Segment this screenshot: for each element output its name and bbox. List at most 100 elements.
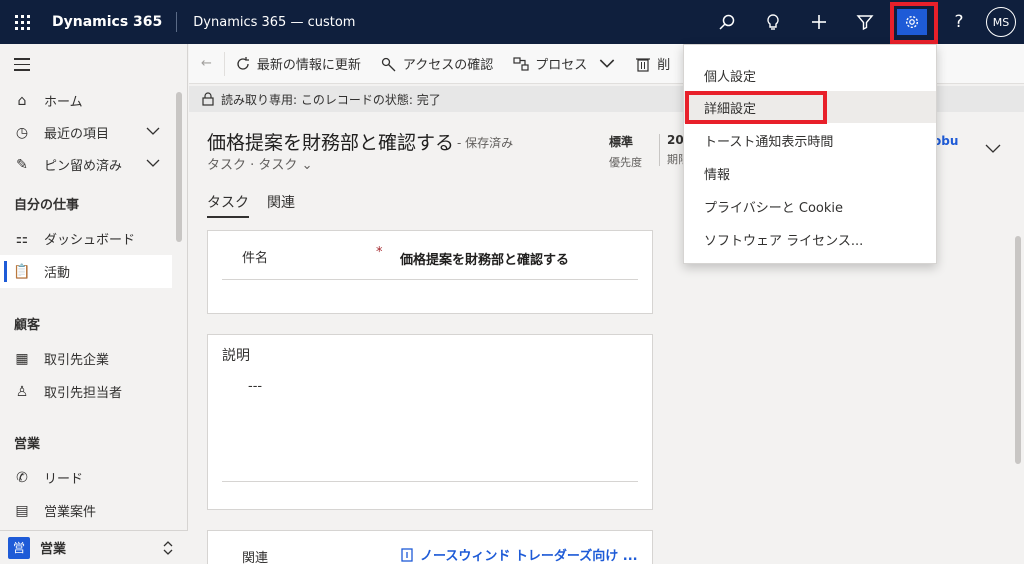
menu-item-privacy-cookies[interactable]: プライバシーと Cookie	[684, 190, 936, 222]
chevron-down-icon[interactable]	[599, 56, 615, 72]
tab-related[interactable]: 関連	[267, 192, 295, 218]
sidebar-scrollbar[interactable]	[176, 92, 182, 242]
pin-icon: ✎	[16, 156, 28, 173]
area-switcher[interactable]: 営 営業	[0, 530, 188, 564]
priority-label: 優先度	[609, 156, 642, 169]
highlight-box	[890, 2, 938, 44]
area-label: 営業	[40, 542, 67, 557]
phone-icon: ✆	[16, 469, 28, 486]
refresh-icon	[237, 56, 249, 70]
home-icon: ⌂	[17, 92, 27, 109]
sidebar-item-accounts[interactable]: ▦ 取引先企業	[0, 342, 172, 375]
regarding-section: 関連 ノースウィンド トレーダーズ向け ...	[207, 530, 653, 564]
refresh-button[interactable]: 最新の情報に更新	[225, 44, 371, 84]
sidebar-item-opportunities[interactable]: ▤ 営業案件	[0, 494, 172, 527]
header-priority: 標準 優先度	[609, 133, 642, 170]
header-divider	[659, 134, 660, 166]
chevron-down-icon[interactable]	[146, 158, 160, 168]
help-icon[interactable]: ?	[936, 0, 982, 44]
saved-status: - 保存済み	[457, 136, 514, 150]
dashboard-icon: ⚏	[15, 230, 29, 247]
sidebar-item-leads[interactable]: ✆ リード	[0, 461, 172, 494]
sidebar-item-label: 最近の項目	[44, 127, 110, 142]
check-access-label: アクセスの確認	[402, 58, 494, 73]
read-only-text: 読み取り専用: このレコードの状態: 完了	[221, 92, 441, 107]
top-navigation-bar: Dynamics 365 Dynamics 365 — custom ? MS	[0, 0, 1024, 44]
sidebar-item-recent[interactable]: ◷ 最近の項目	[0, 116, 172, 149]
person-icon: ♙	[15, 383, 29, 400]
search-icon[interactable]	[704, 0, 750, 44]
plus-icon[interactable]	[796, 0, 842, 44]
sidebar-item-home[interactable]: ⌂ ホーム	[0, 84, 172, 117]
sidebar-group-mywork: 自分の仕事	[14, 198, 80, 213]
subject-label: 件名	[242, 251, 269, 266]
highlight-box	[685, 91, 827, 124]
field-divider	[222, 279, 638, 280]
delete-label: 削	[657, 58, 671, 73]
sidebar: ⌂ ホーム ◷ 最近の項目 ✎ ピン留め済み 自分の仕事 ⚏ ダッシュボード 📋…	[0, 44, 188, 564]
lock-icon	[202, 92, 214, 106]
area-badge: 営	[8, 536, 30, 559]
form-selector[interactable]: タスク	[258, 158, 297, 173]
sidebar-item-label: 取引先担当者	[44, 386, 123, 401]
sidebar-item-label: ダッシュボード	[44, 233, 136, 248]
trash-icon	[636, 57, 651, 72]
required-indicator: *	[376, 245, 383, 260]
opportunity-icon: ▤	[15, 502, 29, 519]
menu-item-personal-settings[interactable]: 個人設定	[684, 59, 936, 91]
record-title: 価格提案を財務部と確認する	[207, 132, 455, 154]
clock-icon: ◷	[15, 124, 29, 141]
sidebar-item-label: 取引先企業	[44, 353, 110, 368]
sidebar-item-pinned[interactable]: ✎ ピン留め済み	[0, 148, 172, 181]
sidebar-item-label: リード	[44, 472, 84, 487]
settings-button[interactable]	[888, 0, 938, 44]
lightbulb-icon[interactable]	[750, 0, 796, 44]
tab-task[interactable]: タスク	[207, 192, 249, 218]
menu-item-software-license[interactable]: ソフトウェア ライセンス...	[684, 223, 936, 255]
building-icon: ▦	[15, 350, 29, 367]
check-access-button[interactable]: アクセスの確認	[371, 44, 503, 84]
back-arrow-icon[interactable]: ←	[189, 51, 225, 76]
sidebar-item-activities[interactable]: 📋 活動	[0, 255, 172, 288]
subject-value[interactable]: 価格提案を財務部と確認する	[400, 249, 569, 268]
sidebar-item-label: 活動	[44, 266, 71, 281]
brand-title[interactable]: Dynamics 365	[44, 12, 178, 32]
description-value[interactable]: ---	[248, 379, 262, 394]
key-icon	[381, 57, 396, 71]
avatar[interactable]: MS	[986, 7, 1016, 37]
sidebar-item-dashboard[interactable]: ⚏ ダッシュボード	[0, 222, 172, 255]
chevron-updown-icon[interactable]	[162, 540, 174, 556]
regarding-label: 関連	[242, 551, 269, 564]
sidebar-group-customer: 顧客	[14, 318, 41, 333]
sidebar-item-label: ピン留め済み	[44, 159, 123, 174]
sidebar-item-label: 営業案件	[44, 505, 97, 520]
refresh-label: 最新の情報に更新	[256, 58, 361, 73]
chevron-down-icon[interactable]	[985, 144, 1001, 154]
regarding-lookup-link[interactable]: ノースウィンド トレーダーズ向け ...	[400, 545, 638, 564]
chevron-down-icon[interactable]: ⌄	[302, 158, 313, 173]
sidebar-item-contacts[interactable]: ♙ 取引先担当者	[0, 375, 172, 408]
process-label: プロセス	[535, 58, 588, 73]
hamburger-menu-icon[interactable]	[14, 58, 30, 71]
sidebar-group-sales: 営業	[14, 437, 41, 452]
chevron-down-icon[interactable]	[146, 126, 160, 136]
app-name[interactable]: Dynamics 365 — custom	[177, 15, 355, 30]
sidebar-item-label: ホーム	[44, 95, 83, 110]
description-label: 説明	[222, 348, 250, 364]
description-section: 説明 ---	[207, 334, 653, 510]
record-icon	[401, 547, 413, 562]
entity-type: タスク	[207, 158, 247, 173]
delete-button[interactable]: 削	[625, 44, 680, 84]
process-button[interactable]: プロセス	[503, 44, 625, 84]
form-tabs: タスク 関連	[207, 192, 313, 218]
settings-menu: 個人設定 詳細設定 トースト通知表示時間 情報 プライバシーと Cookie ソ…	[683, 44, 937, 264]
record-subtitle: タスク · タスク ⌄	[207, 154, 312, 173]
process-icon	[513, 56, 529, 71]
app-launcher-icon[interactable]	[0, 0, 44, 44]
filter-icon[interactable]	[842, 0, 888, 44]
menu-item-about[interactable]: 情報	[684, 157, 936, 189]
menu-item-toast-duration[interactable]: トースト通知表示時間	[684, 124, 936, 156]
priority-value: 標準	[609, 135, 634, 149]
main-scrollbar[interactable]	[1015, 236, 1021, 464]
field-divider	[222, 481, 638, 482]
